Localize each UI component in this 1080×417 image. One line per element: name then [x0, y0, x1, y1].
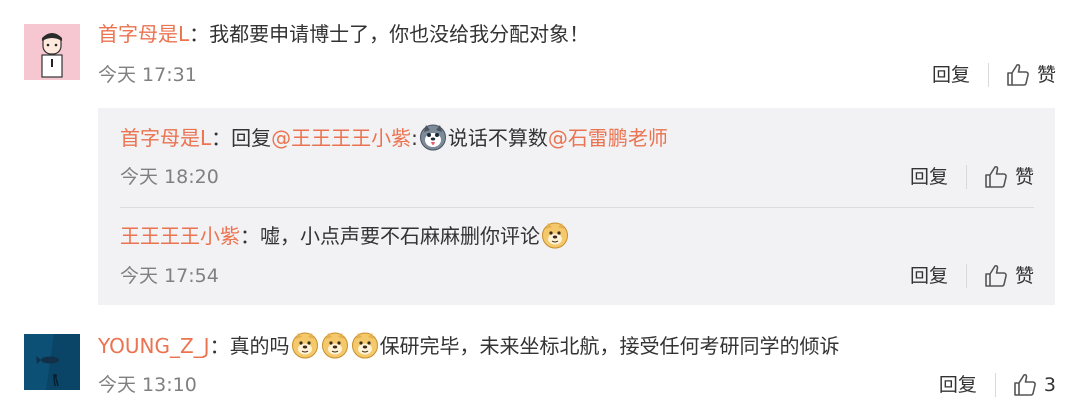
- avatar-cartoon[interactable]: [24, 24, 80, 80]
- avatar-cartoon-art: [24, 24, 80, 80]
- reply-time: 今天 17:54: [120, 265, 219, 287]
- like-label: 赞: [1036, 64, 1056, 86]
- mention-link[interactable]: @石雷鹏老师: [548, 126, 668, 150]
- divider: [965, 264, 967, 288]
- like-label: 赞: [1014, 166, 1034, 188]
- reply-button[interactable]: 回复: [939, 372, 977, 398]
- comment-text: 保研完毕，未来坐标北航，接受任何考研同学的倾诉: [379, 334, 840, 358]
- comment-text: 我都要申请博士了，你也没给我分配对象！: [209, 22, 590, 46]
- colon: ：: [189, 22, 210, 46]
- mention-link[interactable]: @王王王王小紫: [271, 126, 411, 150]
- reply-time: 今天 18:20: [120, 166, 219, 188]
- comment-time: 今天 13:10: [98, 374, 197, 396]
- reply-actions: 回复 赞: [910, 164, 1034, 190]
- thumbs-up-icon: [983, 164, 1009, 190]
- reply-text: 说话不算数: [447, 126, 548, 150]
- doge-emoji: [321, 331, 349, 359]
- reply-username[interactable]: 王王王王小紫: [120, 224, 240, 248]
- colon: ：: [211, 126, 232, 150]
- colon: ：: [209, 334, 230, 358]
- like-label: 赞: [1014, 265, 1034, 287]
- reply-text-line: 王王王王小紫：嘘，小点声要不石麻麻删你评论: [120, 221, 570, 250]
- thumbs-up-icon: [983, 263, 1009, 289]
- comment-time: 今天 17:31: [98, 64, 197, 86]
- reply-actions: 回复 赞: [910, 263, 1034, 289]
- like-button[interactable]: 赞: [1005, 62, 1056, 88]
- reply-username[interactable]: 首字母是L: [120, 126, 211, 150]
- colon: :: [411, 126, 418, 150]
- colon: ：: [240, 224, 260, 248]
- divider: [994, 373, 996, 397]
- divider: [987, 63, 989, 87]
- like-button[interactable]: 3: [1012, 372, 1056, 398]
- like-count: 3: [1043, 374, 1056, 396]
- thumbs-up-icon: [1012, 372, 1038, 398]
- comment-text-line: YOUNG_Z_J：真的吗 保研完毕，未来坐标北航，接受任何考研同学的倾诉: [98, 331, 840, 360]
- doge-emoji: [291, 331, 319, 359]
- reply-button[interactable]: 回复: [932, 62, 970, 88]
- like-button[interactable]: 赞: [983, 263, 1034, 289]
- comment-text-line: 首字母是L：我都要申请博士了，你也没给我分配对象！: [98, 20, 589, 48]
- comment-username[interactable]: YOUNG_Z_J: [98, 334, 210, 358]
- reply-button[interactable]: 回复: [910, 164, 948, 190]
- divider: [965, 165, 967, 189]
- comment-text: 真的吗: [229, 334, 290, 358]
- comment-username[interactable]: 首字母是L: [98, 22, 189, 46]
- reply-button[interactable]: 回复: [910, 263, 948, 289]
- avatar-ocean-art: [24, 334, 80, 390]
- thumbs-up-icon: [1005, 62, 1031, 88]
- doge-emoji: [541, 221, 569, 249]
- comment-actions: 回复 赞: [932, 62, 1056, 88]
- reply-text-line: 首字母是L：回复@王王王王小紫: 说话不算数@石雷鹏老师: [120, 123, 668, 152]
- reply-separator: [120, 207, 1034, 208]
- like-button[interactable]: 赞: [983, 164, 1034, 190]
- comment-actions: 回复 3: [939, 372, 1056, 398]
- avatar-ocean[interactable]: [24, 334, 80, 390]
- doge-emoji: [351, 331, 379, 359]
- reply-text: 嘘，小点声要不石麻麻删你评论: [260, 224, 540, 248]
- reply-word: 回复: [231, 126, 272, 150]
- husky-emoji: [419, 123, 447, 151]
